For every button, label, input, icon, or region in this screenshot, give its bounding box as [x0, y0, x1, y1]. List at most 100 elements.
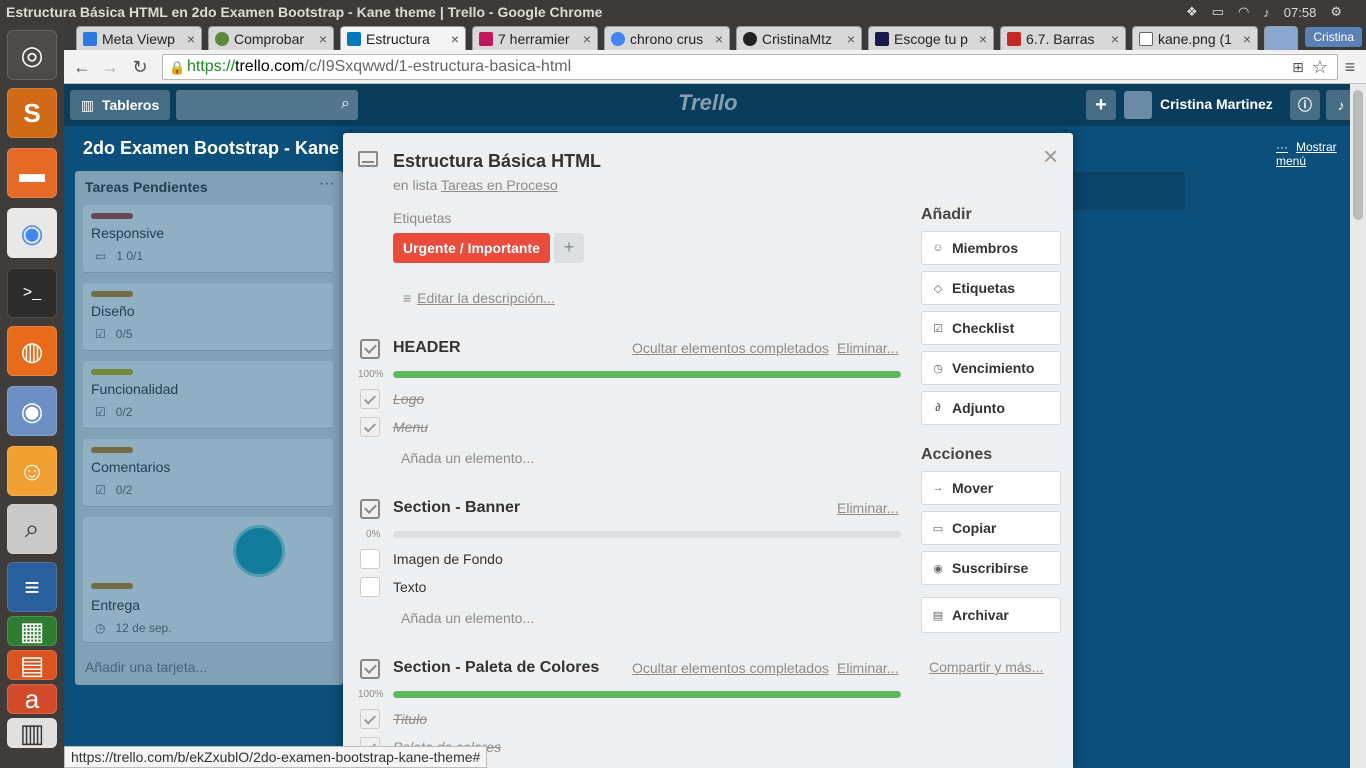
- archive-button[interactable]: ▤ Archivar: [921, 597, 1061, 633]
- due-date-button[interactable]: ◷ Vencimiento: [921, 351, 1061, 385]
- translate-icon[interactable]: ⊞: [1288, 57, 1308, 77]
- tab-kane-png[interactable]: kane.png (1 ×: [1132, 26, 1258, 50]
- checklist-item[interactable]: Imagen de Fondo: [393, 551, 503, 567]
- scrollbar-thumb[interactable]: [1353, 90, 1363, 220]
- tab-github[interactable]: CristinaMtz ×: [736, 26, 862, 50]
- add-item-link[interactable]: Añada un elemento...: [401, 450, 534, 466]
- checklist-item[interactable]: Titulo: [393, 711, 427, 727]
- move-button[interactable]: → Mover: [921, 471, 1061, 505]
- bookmark-star-icon[interactable]: ☆: [1310, 57, 1330, 77]
- tab-meta-viewport[interactable]: Meta Viewp ×: [76, 26, 202, 50]
- list-card[interactable]: Comentarios ☑ 0/2: [83, 439, 333, 507]
- back-arrow-icon[interactable]: ←: [72, 57, 92, 77]
- page-scrollbar[interactable]: [1350, 84, 1366, 768]
- checklist-title[interactable]: Section - Banner: [393, 499, 520, 517]
- checklist-item[interactable]: Texto: [393, 579, 426, 595]
- tab-comprobar[interactable]: Comprobar ×: [208, 26, 334, 50]
- checklist-title[interactable]: HEADER: [393, 339, 461, 357]
- tab-close-icon[interactable]: ×: [979, 31, 987, 47]
- tab-close-icon[interactable]: ×: [583, 31, 591, 47]
- add-item-link[interactable]: Añada un elemento...: [401, 610, 534, 626]
- checkbox[interactable]: [360, 389, 380, 409]
- card-title[interactable]: Estructura Básica HTML: [393, 151, 601, 172]
- checkbox[interactable]: [360, 709, 380, 729]
- battery-icon[interactable]: ▭: [1212, 4, 1224, 20]
- reload-icon[interactable]: ↻: [130, 57, 150, 77]
- new-tab-button[interactable]: [1264, 26, 1298, 50]
- members-button[interactable]: ☺ Miembros: [921, 231, 1061, 265]
- list-card[interactable]: Funcionalidad ☑ 0/2: [83, 361, 333, 429]
- settings-gear-icon[interactable]: ⚙: [1330, 4, 1342, 20]
- avatar[interactable]: [1124, 91, 1152, 119]
- board-title[interactable]: 2do Examen Bootstrap - Kane: [83, 138, 339, 159]
- hide-completed-link[interactable]: Ocultar elementos completados: [632, 340, 829, 356]
- wifi-icon[interactable]: ◠: [1238, 4, 1249, 20]
- firefox-icon[interactable]: ◍: [7, 326, 57, 376]
- search-input[interactable]: ⌕: [176, 90, 358, 120]
- chromium-icon[interactable]: ◉: [7, 386, 57, 436]
- profile-button[interactable]: Cristina: [1305, 27, 1362, 47]
- hide-completed-link[interactable]: Ocultar elementos completados: [632, 660, 829, 676]
- checkbox[interactable]: [360, 577, 380, 597]
- checkbox[interactable]: [360, 549, 380, 569]
- scratch-icon[interactable]: ☺: [7, 446, 57, 496]
- add-button[interactable]: +: [1086, 90, 1116, 120]
- checklist-button[interactable]: ☑ Checklist: [921, 311, 1061, 345]
- subscribe-button[interactable]: ◉ Suscribirse: [921, 551, 1061, 585]
- add-label-button[interactable]: +: [554, 233, 584, 263]
- tab-estructura[interactable]: Estructura ×: [340, 26, 466, 50]
- forward-arrow-icon[interactable]: →: [100, 57, 120, 77]
- ubuntu-dash-icon[interactable]: ◎: [7, 30, 57, 80]
- delete-checklist-link[interactable]: Eliminar...: [837, 500, 898, 516]
- list-card[interactable]: Responsive ▭ 1 0/1: [83, 205, 333, 273]
- boards-button[interactable]: ▥ Tableros: [70, 90, 170, 120]
- tab-close-icon[interactable]: ×: [847, 31, 855, 47]
- tab-escoge[interactable]: Escoge tu p ×: [868, 26, 994, 50]
- notifications-bell-icon[interactable]: ♪: [1326, 90, 1350, 120]
- sublime-text-icon[interactable]: S: [7, 88, 57, 138]
- writer-icon[interactable]: ≡: [7, 562, 57, 612]
- impress-icon[interactable]: ▤: [7, 650, 57, 680]
- checklist-item[interactable]: Menu: [393, 419, 428, 435]
- list-card[interactable]: Diseño ☑ 0/5: [83, 283, 333, 351]
- tab-herramientas[interactable]: 7 herramier ×: [472, 26, 598, 50]
- show-menu-link[interactable]: ··· Mostrar menú: [1276, 140, 1350, 168]
- dropbox-icon[interactable]: ❖: [1186, 4, 1198, 20]
- add-card-link[interactable]: Añadir una tarjeta...: [85, 659, 207, 675]
- terminal-icon[interactable]: >_: [7, 268, 57, 318]
- files-icon[interactable]: ▬: [7, 148, 57, 198]
- labels-button[interactable]: ◇ Etiquetas: [921, 271, 1061, 305]
- tab-close-icon[interactable]: ×: [1111, 31, 1119, 47]
- tab-chrono-cruise[interactable]: chrono crus ×: [604, 26, 730, 50]
- calc-icon[interactable]: ▦: [7, 616, 57, 646]
- delete-checklist-link[interactable]: Eliminar...: [837, 340, 898, 356]
- trash-icon[interactable]: ▥: [7, 718, 57, 748]
- tab-barras[interactable]: 6.7. Barras ×: [1000, 26, 1126, 50]
- info-icon[interactable]: ⓘ: [1290, 90, 1320, 120]
- list-link[interactable]: Tareas en Proceso: [441, 177, 558, 193]
- tab-close-icon[interactable]: ×: [715, 31, 723, 47]
- share-more-link[interactable]: Compartir y más...: [929, 659, 1043, 675]
- clock[interactable]: 07:58: [1284, 5, 1317, 20]
- checklist-item[interactable]: Logo: [393, 391, 424, 407]
- list-menu-icon[interactable]: ···: [319, 175, 335, 193]
- list-title[interactable]: Tareas Pendientes: [85, 179, 208, 195]
- tab-close-icon[interactable]: ×: [1243, 31, 1251, 47]
- tab-close-icon[interactable]: ×: [451, 31, 459, 47]
- attachment-button[interactable]: ∂ Adjunto: [921, 391, 1061, 425]
- user-name[interactable]: Cristina Martinez: [1160, 96, 1273, 112]
- edit-description-link[interactable]: ≡ Editar la descripción...: [403, 290, 555, 306]
- copy-button[interactable]: ▭ Copiar: [921, 511, 1061, 545]
- checklist-title[interactable]: Section - Paleta de Colores: [393, 659, 599, 677]
- volume-icon[interactable]: ♪: [1263, 5, 1270, 20]
- menu-icon[interactable]: ≡: [1340, 57, 1360, 77]
- chrome-icon[interactable]: ◉: [7, 208, 57, 258]
- image-viewer-icon[interactable]: ⌕: [7, 504, 57, 554]
- software-center-icon[interactable]: a: [7, 684, 57, 714]
- url-bar[interactable]: 🔒 https://trello.com/c/I9Sxqwwd/1-estruc…: [162, 54, 1338, 80]
- list-card[interactable]: Entrega ◷ 12 de sep.: [83, 517, 333, 643]
- tab-close-icon[interactable]: ×: [319, 31, 327, 47]
- trello-logo[interactable]: Trello: [678, 90, 738, 116]
- label-urgente-importante[interactable]: Urgente / Importante: [393, 233, 550, 263]
- close-icon[interactable]: ×: [1043, 141, 1058, 172]
